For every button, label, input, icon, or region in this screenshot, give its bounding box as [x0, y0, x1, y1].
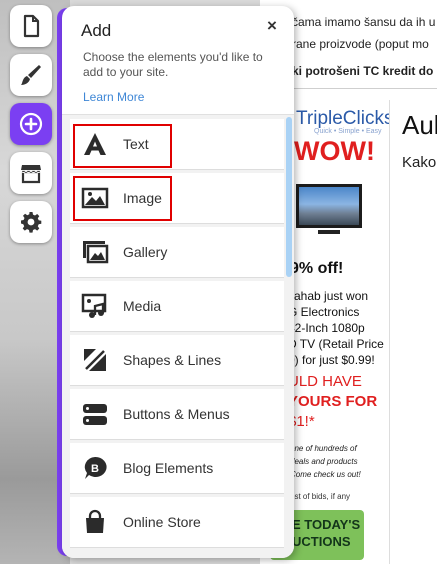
ad-red-line: YOURS FOR: [288, 393, 378, 410]
ad-body-line: 42-Inch 1080p: [288, 321, 365, 335]
ad-body-text: vahab just won G Electronics 42-Inch 108…: [288, 288, 388, 368]
panel-scrollbar[interactable]: [286, 117, 292, 277]
store-button[interactable]: [10, 152, 52, 194]
add-item-shapes-lines[interactable]: Shapes & Lines: [70, 335, 284, 386]
background-text-line-2: rane proizvode (poput mo: [292, 37, 429, 51]
background-text-line-3: ki potrošeni TC kredit do: [292, 64, 434, 78]
ad-small-line: deals and products: [290, 457, 358, 466]
design-brush-icon: [21, 65, 41, 85]
pages-button[interactable]: [10, 5, 52, 47]
add-item-label: Buttons & Menus: [123, 406, 230, 422]
highlight-box-text: [73, 124, 172, 168]
ad-body-line: D TV (Retail Price: [288, 337, 384, 351]
close-icon[interactable]: ×: [267, 16, 277, 36]
media-icon: [80, 291, 110, 321]
ad-logo: TripleClicks: [296, 108, 390, 129]
ad-red-text: ULD HAVE YOURS FOR $1!*: [288, 372, 388, 432]
add-item-label: Media: [123, 298, 162, 314]
add-item-blog-elements[interactable]: B Blog Elements: [70, 443, 284, 494]
gallery-icon: [80, 237, 110, 267]
add-item-label: Online Store: [123, 514, 201, 530]
add-plus-icon: [19, 112, 43, 136]
buttons-menus-icon: [80, 399, 110, 429]
ad-small-line: Come check us out!: [290, 470, 361, 479]
shapes-lines-icon: [80, 345, 110, 375]
add-item-media[interactable]: Media: [70, 281, 284, 332]
pages-icon: [23, 14, 40, 38]
panel-description: Choose the elements you'd like to add to…: [83, 50, 263, 79]
add-button[interactable]: [10, 103, 52, 145]
ad-small-text: one of hundreds of deals and products Co…: [290, 442, 389, 481]
settings-button[interactable]: [10, 201, 52, 243]
online-store-icon: [80, 507, 110, 537]
ad-tv-stand: [318, 230, 340, 234]
ad-logo-tagline: Quick • Simple • Easy: [314, 128, 382, 135]
ad-red-line: ULD HAVE: [288, 373, 362, 390]
ad-body-line: 0) for just $0.99!: [288, 353, 375, 367]
ad-note: ost of bids, if any: [290, 492, 351, 501]
highlight-box-image: [73, 176, 172, 221]
ad-body-line: vahab just won: [288, 289, 369, 303]
settings-gear-icon: [21, 212, 42, 233]
background-text-line-1: čama imamo šansu da ih u: [292, 15, 436, 29]
ad-small-line: one of hundreds of: [290, 444, 357, 453]
add-item-online-store[interactable]: Online Store: [70, 497, 284, 548]
svg-text:B: B: [91, 463, 99, 475]
ad-red-line: $1!*: [288, 413, 315, 430]
background-heading: Aul: [402, 110, 437, 140]
ad-tv-image: [296, 184, 362, 228]
store-icon: [20, 165, 42, 184]
add-panel: Add × Choose the elements you'd like to …: [62, 6, 294, 558]
ad-headline: WOW!: [294, 136, 375, 166]
add-item-label: Shapes & Lines: [123, 352, 222, 368]
ad-button-line: E TODAY'S: [292, 517, 361, 532]
ad-offer: 9% off!: [290, 260, 344, 277]
learn-more-link[interactable]: Learn More: [83, 90, 144, 104]
add-item-label: Blog Elements: [123, 460, 214, 476]
blog-elements-icon: B: [80, 453, 110, 483]
design-button[interactable]: [10, 54, 52, 96]
panel-title: Add: [81, 21, 112, 40]
ad-body-line: G Electronics: [288, 305, 360, 319]
add-item-buttons-menus[interactable]: Buttons & Menus: [70, 389, 284, 440]
ad-button-line: UCTIONS: [292, 534, 351, 549]
add-item-gallery[interactable]: Gallery: [70, 227, 284, 278]
add-item-label: Gallery: [123, 244, 168, 260]
background-subheading: Kako: [402, 154, 437, 171]
